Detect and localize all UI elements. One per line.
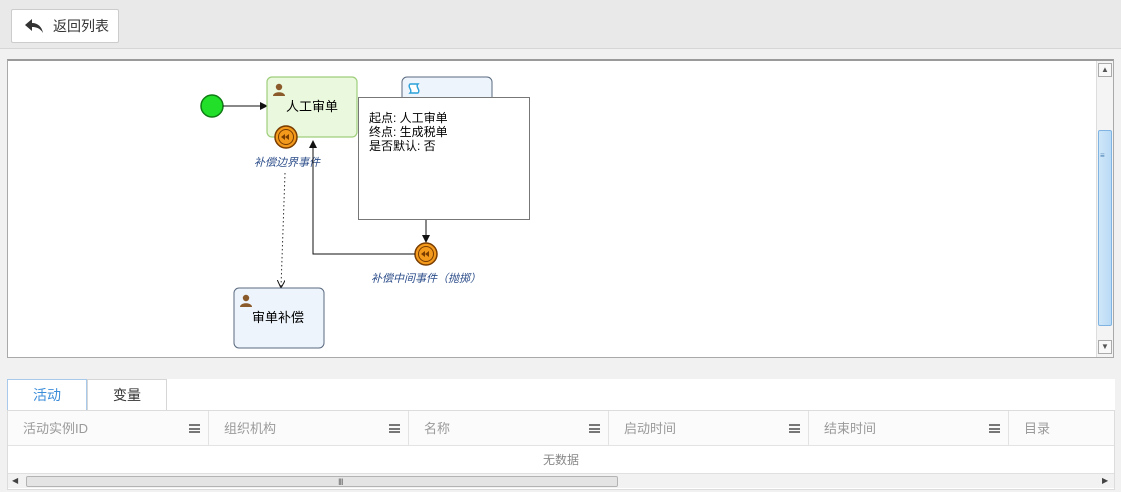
scrollbar-thumb[interactable]: III: [26, 476, 618, 487]
scroll-left-arrow-icon[interactable]: ◀: [12, 476, 18, 485]
column-header[interactable]: 目录: [1009, 411, 1114, 446]
column-header[interactable]: 活动实例ID: [8, 411, 209, 446]
column-header[interactable]: 名称: [409, 411, 609, 446]
sequence-flow-tooltip: 起点: 人工审单 终点: 生成税单 是否默认: 否: [358, 97, 530, 220]
task-review-label: 人工审单: [286, 99, 338, 114]
top-toolbar: 返回列表: [0, 0, 1121, 49]
back-button-label: 返回列表: [53, 18, 109, 34]
tab-variables[interactable]: 变量: [87, 379, 167, 411]
scroll-down-arrow-icon[interactable]: ▼: [1098, 340, 1112, 354]
grid-header: 活动实例ID 组织机构 名称 启动时间 结束时间 目录: [8, 411, 1114, 446]
column-menu-icon[interactable]: [189, 424, 200, 433]
process-diagram-canvas[interactable]: 人工审单 补偿边界事件 审单补偿 补偿中间事件（抛掷） 起点: 人工审单 终点:…: [7, 59, 1114, 358]
tab-activities[interactable]: 活动: [7, 379, 87, 411]
column-menu-icon[interactable]: [989, 424, 1000, 433]
scrollbar-grip-icon: III: [338, 477, 343, 487]
intermediate-event-label: 补偿中间事件（抛掷）: [371, 272, 481, 285]
empty-message: 无数据: [542, 453, 579, 467]
back-arrow-icon: [25, 19, 43, 33]
compensation-intermediate-event[interactable]: [414, 242, 438, 266]
back-to-list-button[interactable]: 返回列表: [11, 9, 119, 43]
column-header[interactable]: 组织机构: [209, 411, 409, 446]
column-header[interactable]: 结束时间: [809, 411, 1009, 446]
compensation-boundary-event[interactable]: [274, 125, 298, 149]
column-header[interactable]: 启动时间: [609, 411, 809, 446]
task-compensate-label: 审单补偿: [252, 310, 304, 325]
column-menu-icon[interactable]: [589, 424, 600, 433]
grid-horizontal-scrollbar[interactable]: ◀ III ▶: [8, 473, 1114, 488]
detail-tabs: 活动 变量: [7, 379, 1115, 411]
script-icon: [408, 83, 420, 94]
activity-grid: 活动实例ID 组织机构 名称 启动时间 结束时间 目录 无数据 ◀ III ▶: [7, 410, 1115, 490]
diagram-vertical-scrollbar[interactable]: ▲ ≡ ▼: [1096, 61, 1113, 357]
boundary-event-label: 补偿边界事件: [254, 156, 321, 169]
column-menu-icon[interactable]: [789, 424, 800, 433]
scroll-right-arrow-icon[interactable]: ▶: [1102, 476, 1108, 485]
scrollbar-grip-icon: ≡: [1100, 151, 1105, 160]
compensation-task[interactable]: 审单补偿: [233, 287, 325, 349]
popup-target: 终点: 生成税单: [369, 125, 448, 139]
scroll-up-arrow-icon[interactable]: ▲: [1098, 63, 1112, 77]
popup-source: 起点: 人工审单: [369, 111, 448, 125]
column-menu-icon[interactable]: [389, 424, 400, 433]
popup-default: 是否默认: 否: [369, 139, 436, 153]
start-event[interactable]: [200, 94, 224, 118]
